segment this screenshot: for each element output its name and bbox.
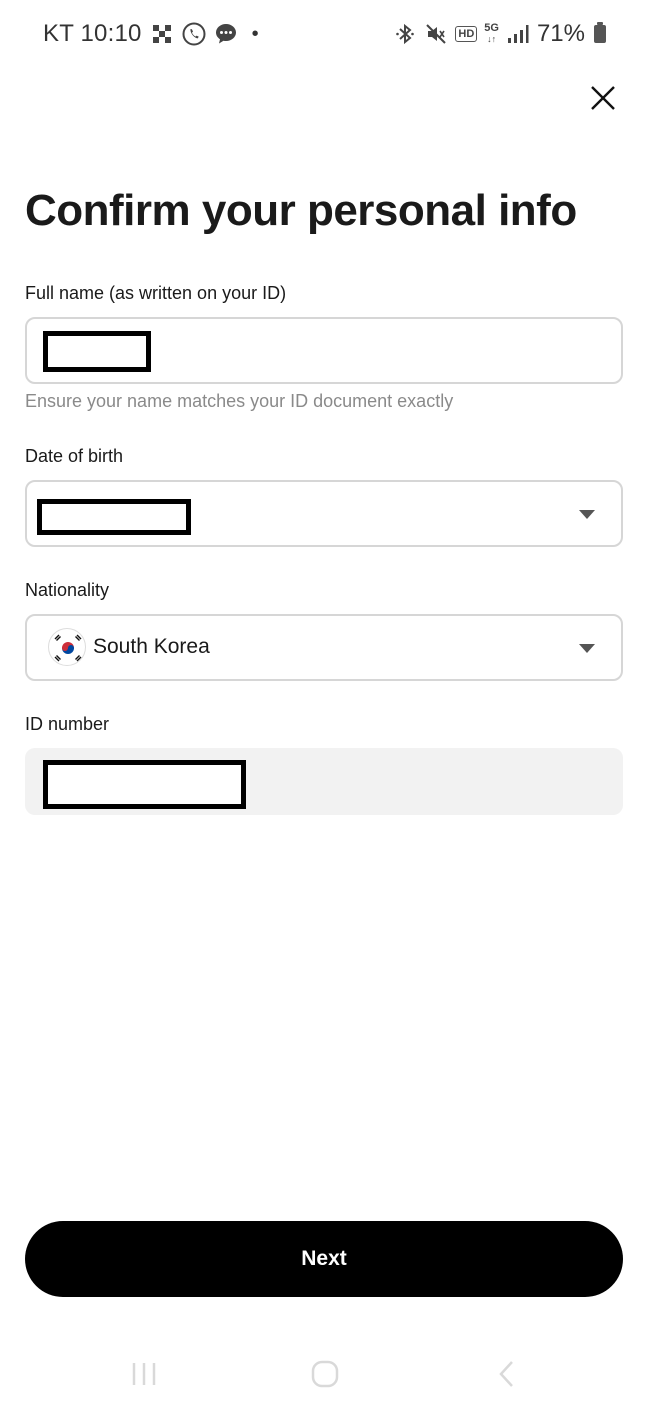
- date-of-birth-dropdown[interactable]: [25, 480, 623, 547]
- carrier-time: KT 10:10: [43, 20, 142, 47]
- nationality-label: Nationality: [25, 580, 110, 600]
- page-title: Confirm your personal info: [25, 186, 577, 235]
- grid-icon: [150, 22, 174, 46]
- recents-button[interactable]: [124, 1354, 164, 1394]
- 5g-icon: 5G ↓↑: [484, 22, 499, 45]
- status-right: HD 5G ↓↑ 71%: [393, 20, 606, 48]
- status-bar: KT 10:10 • HD 5G ↓↑ 71%: [0, 0, 648, 70]
- next-button[interactable]: Next: [25, 1221, 623, 1297]
- signal-icon: [506, 22, 530, 46]
- close-icon: [591, 86, 615, 110]
- chat-icon: [214, 22, 238, 46]
- hd-icon: HD: [455, 26, 478, 42]
- back-button[interactable]: [487, 1354, 527, 1394]
- date-of-birth-label: Date of birth: [25, 446, 124, 466]
- redacted-value: [37, 499, 191, 535]
- recents-icon: [132, 1363, 156, 1385]
- id-number-field: [25, 748, 623, 815]
- close-button[interactable]: [585, 80, 621, 116]
- status-dot: •: [251, 22, 259, 45]
- chevron-down-icon: [579, 644, 595, 653]
- nationality-dropdown[interactable]: South Korea: [25, 614, 623, 681]
- system-nav-bar: [0, 1340, 648, 1404]
- south-korea-flag-icon: [48, 628, 86, 666]
- phone-icon: [182, 22, 206, 46]
- battery-percent: 71%: [536, 20, 585, 47]
- home-button[interactable]: [305, 1354, 345, 1394]
- redacted-value: [43, 760, 246, 809]
- battery-icon: [594, 22, 606, 43]
- 5g-label: 5G: [484, 22, 499, 34]
- mute-icon: [424, 22, 448, 46]
- status-left: KT 10:10 •: [43, 20, 259, 48]
- home-icon: [311, 1360, 339, 1388]
- full-name-helper-text: Ensure your name matches your ID documen…: [25, 391, 454, 411]
- chevron-down-icon: [579, 510, 595, 519]
- back-icon: [499, 1361, 513, 1387]
- full-name-field[interactable]: [25, 317, 623, 384]
- redacted-value: [43, 331, 151, 372]
- id-number-label: ID number: [25, 714, 110, 734]
- bluetooth-icon: [393, 22, 417, 46]
- nationality-value: South Korea: [93, 635, 210, 658]
- full-name-label: Full name (as written on your ID): [25, 283, 287, 303]
